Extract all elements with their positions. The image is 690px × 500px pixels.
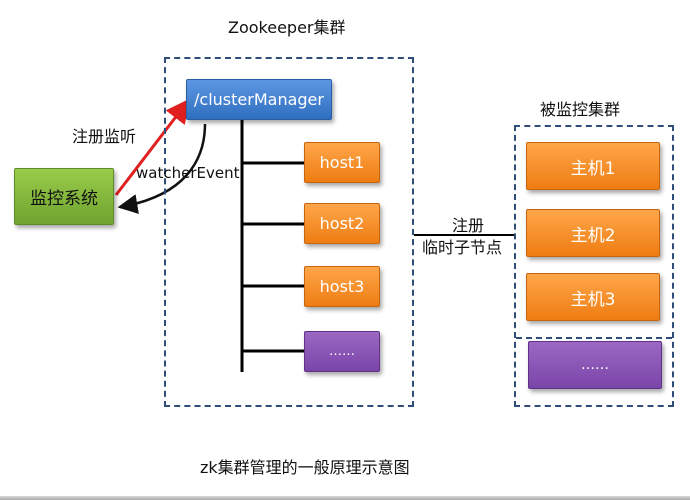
host-node-2: host2 — [304, 203, 380, 244]
host-node-1: host1 — [304, 142, 380, 183]
host-node-label: …… — [329, 344, 355, 359]
monitored-host-2: 主机2 — [526, 209, 660, 257]
monitored-host-more: …… — [528, 341, 662, 389]
host-node-more: …… — [304, 331, 380, 372]
diagram-caption: zk集群管理的一般原理示意图 — [200, 458, 410, 477]
host-node-3: host3 — [304, 266, 380, 307]
host-node-label: host1 — [319, 153, 365, 172]
monitored-host-1: 主机1 — [526, 142, 660, 190]
link-label-register: 注册 — [452, 216, 485, 235]
monitored-cluster-divider — [516, 337, 672, 339]
watcher-event-label: watcherEvent — [136, 164, 240, 182]
monitored-host-label: 主机1 — [570, 158, 616, 179]
monitored-host-3: 主机3 — [526, 273, 660, 321]
monitored-host-label: 主机3 — [570, 289, 616, 310]
monitor-system-label: 监控系统 — [30, 189, 98, 209]
register-watch-label: 注册监听 — [72, 127, 137, 146]
monitored-host-label: …… — [581, 357, 609, 373]
monitored-cluster-title: 被监控集群 — [540, 100, 621, 119]
host-node-label: host3 — [319, 277, 365, 296]
link-label-ephemeral: 临时子节点 — [422, 238, 503, 257]
monitor-system-node: 监控系统 — [14, 168, 114, 225]
bottom-divider — [0, 496, 690, 500]
zk-cluster-title: Zookeeper集群 — [228, 18, 346, 37]
cluster-manager-node: /clusterManager — [186, 79, 332, 120]
cluster-manager-label: /clusterManager — [194, 90, 324, 109]
host-node-label: host2 — [319, 214, 365, 233]
monitored-host-label: 主机2 — [570, 225, 616, 246]
